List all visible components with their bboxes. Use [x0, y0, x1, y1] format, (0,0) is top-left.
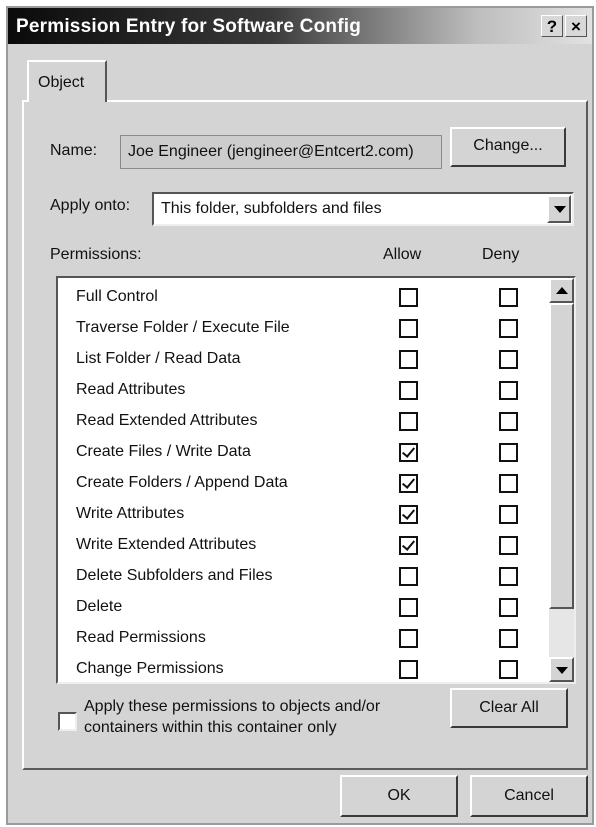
- permission-label: Traverse Folder / Execute File: [76, 319, 290, 336]
- permission-label: Read Extended Attributes: [76, 412, 258, 429]
- deny-checkbox[interactable]: [499, 350, 518, 369]
- deny-checkbox[interactable]: [499, 567, 518, 586]
- clear-all-button[interactable]: Clear All: [450, 688, 568, 728]
- scroll-down-icon[interactable]: [549, 657, 574, 682]
- permission-label: Write Attributes: [76, 505, 185, 522]
- allow-checkbox[interactable]: [399, 505, 418, 524]
- close-button[interactable]: ×: [565, 15, 587, 37]
- deny-checkbox[interactable]: [499, 660, 518, 679]
- permission-label: Read Attributes: [76, 381, 186, 398]
- deny-checkbox[interactable]: [499, 412, 518, 431]
- allow-checkbox[interactable]: [399, 412, 418, 431]
- allow-checkbox[interactable]: [399, 536, 418, 555]
- deny-checkbox[interactable]: [499, 629, 518, 648]
- cancel-button[interactable]: Cancel: [470, 775, 588, 817]
- deny-column-header: Deny: [482, 246, 520, 263]
- window-title: Permission Entry for Software Config: [16, 16, 362, 37]
- permission-row: Read Permissions: [58, 624, 548, 655]
- permissions-list[interactable]: Full Control Traverse Folder / Execute F…: [56, 276, 576, 684]
- allow-checkbox[interactable]: [399, 474, 418, 493]
- title-bar[interactable]: Permission Entry for Software Config ? ×: [8, 8, 592, 44]
- scroll-thumb[interactable]: [549, 303, 574, 609]
- permission-row: Traverse Folder / Execute File: [58, 314, 548, 345]
- clear-all-label: Clear All: [479, 699, 539, 716]
- deny-checkbox[interactable]: [499, 381, 518, 400]
- allow-checkbox[interactable]: [399, 443, 418, 462]
- help-button[interactable]: ?: [541, 15, 563, 37]
- name-field: Joe Engineer (jengineer@Entcert2.com): [120, 135, 442, 169]
- permission-row: List Folder / Read Data: [58, 345, 548, 376]
- apply-to-container-label-line2: containers within this container only: [84, 719, 337, 736]
- permission-label: Full Control: [76, 288, 158, 305]
- tab-object-label: Object: [38, 74, 85, 91]
- apply-to-container-checkbox[interactable]: [58, 712, 77, 731]
- permissions-header: Permissions:: [50, 246, 142, 263]
- permission-row: Write Attributes: [58, 500, 548, 531]
- apply-onto-value: This folder, subfolders and files: [161, 200, 382, 217]
- permission-label: Create Folders / Append Data: [76, 474, 288, 491]
- permissions-scrollbar[interactable]: [549, 278, 574, 682]
- permission-label: Read Permissions: [76, 629, 206, 646]
- apply-onto-select[interactable]: This folder, subfolders and files: [152, 192, 574, 226]
- cancel-label: Cancel: [504, 787, 554, 804]
- permission-entry-dialog: Permission Entry for Software Config ? ×…: [6, 6, 594, 825]
- apply-to-container-label-line1: Apply these permissions to objects and/o…: [84, 698, 381, 715]
- allow-checkbox[interactable]: [399, 350, 418, 369]
- permission-row: Full Control: [58, 283, 548, 314]
- allow-checkbox[interactable]: [399, 629, 418, 648]
- deny-checkbox[interactable]: [499, 443, 518, 462]
- permission-row: Change Permissions: [58, 655, 548, 682]
- allow-checkbox[interactable]: [399, 567, 418, 586]
- deny-checkbox[interactable]: [499, 319, 518, 338]
- ok-label: OK: [387, 787, 411, 804]
- deny-checkbox[interactable]: [499, 505, 518, 524]
- chevron-down-icon[interactable]: [547, 195, 571, 223]
- change-button[interactable]: Change...: [450, 127, 566, 167]
- permission-row: Write Extended Attributes: [58, 531, 548, 562]
- change-button-label: Change...: [473, 137, 543, 154]
- permission-row: Create Folders / Append Data: [58, 469, 548, 500]
- ok-button[interactable]: OK: [340, 775, 458, 817]
- permission-row: Create Files / Write Data: [58, 438, 548, 469]
- permission-label: Write Extended Attributes: [76, 536, 257, 553]
- name-label: Name:: [50, 142, 98, 159]
- tab-object[interactable]: Object: [27, 60, 107, 102]
- permission-label: Delete: [76, 598, 123, 615]
- permission-label: Create Files / Write Data: [76, 443, 251, 460]
- permission-row: Delete: [58, 593, 548, 624]
- deny-checkbox[interactable]: [499, 536, 518, 555]
- permission-row: Read Extended Attributes: [58, 407, 548, 438]
- scroll-up-icon[interactable]: [549, 278, 574, 303]
- allow-checkbox[interactable]: [399, 598, 418, 617]
- deny-checkbox[interactable]: [499, 598, 518, 617]
- allow-checkbox[interactable]: [399, 660, 418, 679]
- deny-checkbox[interactable]: [499, 474, 518, 493]
- allow-checkbox[interactable]: [399, 381, 418, 400]
- permission-label: List Folder / Read Data: [76, 350, 241, 367]
- allow-checkbox[interactable]: [399, 319, 418, 338]
- apply-onto-label: Apply onto:: [50, 197, 131, 214]
- permission-row: Read Attributes: [58, 376, 548, 407]
- allow-checkbox[interactable]: [399, 288, 418, 307]
- permission-label: Delete Subfolders and Files: [76, 567, 273, 584]
- allow-column-header: Allow: [383, 246, 422, 263]
- permission-row: Delete Subfolders and Files: [58, 562, 548, 593]
- permission-label: Change Permissions: [76, 660, 224, 677]
- deny-checkbox[interactable]: [499, 288, 518, 307]
